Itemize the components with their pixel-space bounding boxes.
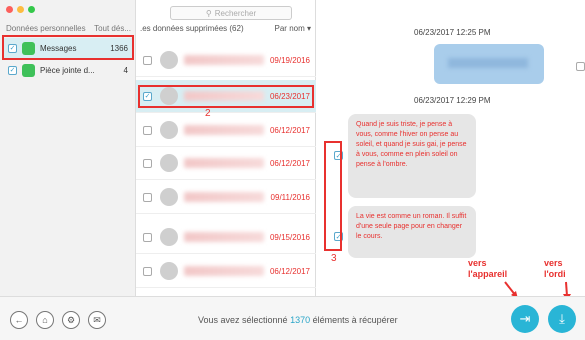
- selection-status: Vous avez sélectionné 1370 éléments à ré…: [198, 315, 398, 325]
- annotation-arrows: [504, 281, 571, 301]
- device-export-icon: ⇥: [519, 311, 531, 326]
- recover-to-computer-button[interactable]: ⤓: [548, 305, 576, 333]
- arrow-left-icon: ←: [14, 315, 24, 325]
- mail-icon: ✉: [93, 314, 101, 325]
- back-button[interactable]: ←: [10, 311, 28, 329]
- settings-button[interactable]: ⚙: [62, 311, 80, 329]
- computer-download-icon: ⤓: [559, 311, 565, 326]
- selected-count: 1370: [290, 315, 311, 325]
- app-window: { "sidebar": { "head_left": "Données per…: [0, 0, 585, 340]
- bottom-bar: ← ⌂ ⚙ ✉ Vous avez sélectionné 1370 éléme…: [0, 296, 585, 340]
- home-button[interactable]: ⌂: [36, 311, 54, 329]
- gear-icon: ⚙: [66, 314, 76, 325]
- home-icon: ⌂: [42, 315, 48, 325]
- recover-to-device-button[interactable]: ⇥: [511, 305, 539, 333]
- mail-button[interactable]: ✉: [88, 311, 106, 329]
- status-prefix: Vous avez sélectionné: [198, 315, 288, 325]
- status-suffix: éléments à récupérer: [312, 315, 398, 325]
- arrow-to-computer-line: [565, 281, 568, 297]
